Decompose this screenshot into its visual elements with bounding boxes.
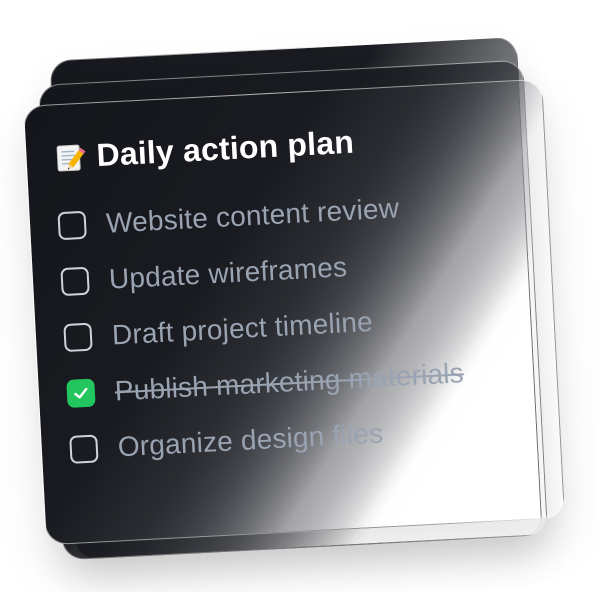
task-card-stack: Daily action plan Website content review… <box>0 0 598 592</box>
task-label: Update wireframes <box>108 251 348 295</box>
task-label: Organize design files <box>117 417 384 463</box>
task-label: Draft project timeline <box>111 305 374 351</box>
memo-pencil-icon <box>54 140 88 174</box>
card-header: Daily action plan <box>54 115 517 176</box>
task-checkbox-checked[interactable] <box>66 378 96 408</box>
task-checkbox[interactable] <box>69 434 99 464</box>
task-label: Website content review <box>105 192 400 239</box>
checkmark-icon <box>74 387 88 399</box>
card-title: Daily action plan <box>95 123 355 174</box>
card-content: Daily action plan Website content review… <box>54 115 533 478</box>
daily-plan-card: Daily action plan Website content review… <box>22 78 566 546</box>
task-checkbox[interactable] <box>63 322 93 353</box>
task-label-completed: Publish marketing materials <box>114 357 465 407</box>
task-checkbox[interactable] <box>57 210 87 241</box>
task-checkbox[interactable] <box>60 266 90 297</box>
